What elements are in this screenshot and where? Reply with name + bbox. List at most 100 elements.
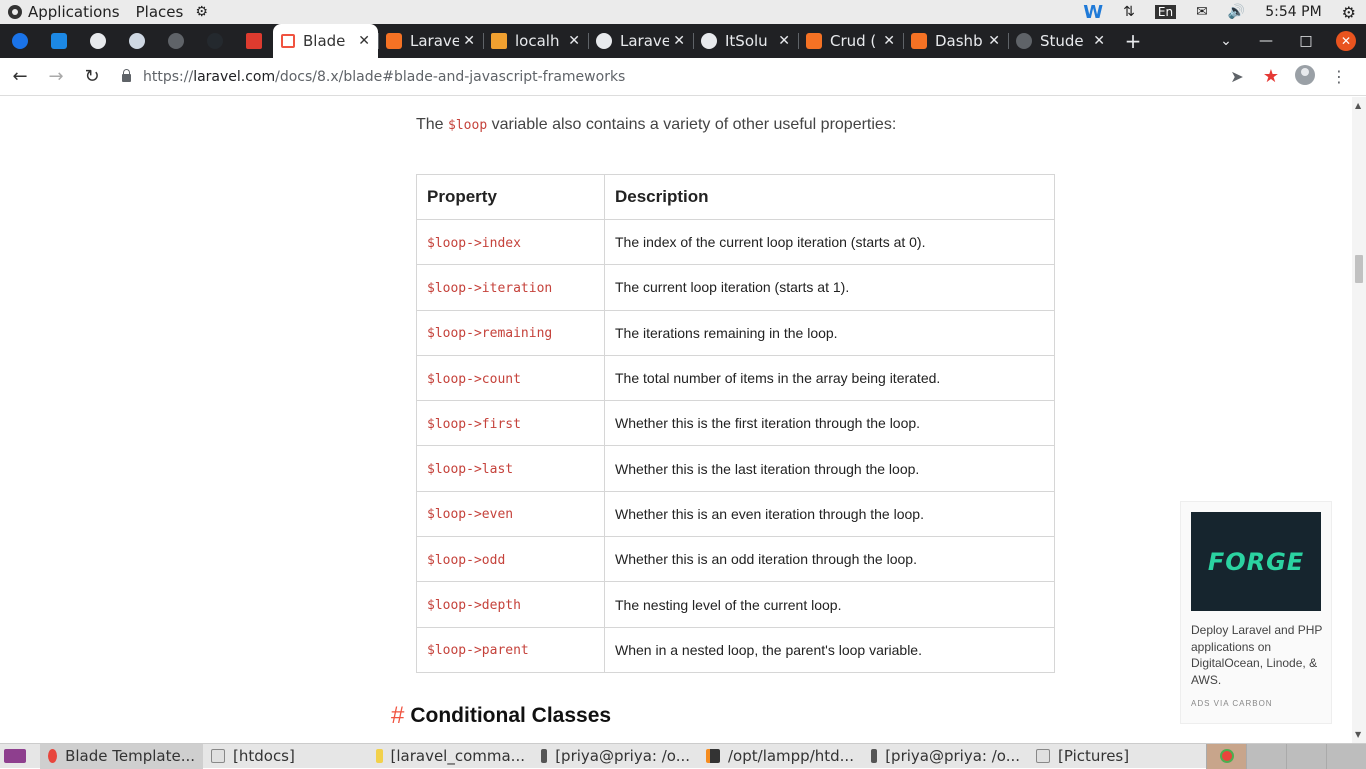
workspace-1[interactable] — [1206, 743, 1246, 769]
workspace-2[interactable] — [1246, 743, 1286, 769]
pinned-tab[interactable] — [234, 24, 273, 58]
show-desktop-button[interactable] — [0, 744, 40, 769]
workspace-4[interactable] — [1326, 743, 1366, 769]
close-tab-icon[interactable]: ✕ — [1093, 33, 1105, 49]
carbon-ad[interactable]: FORGE Deploy Laravel and PHP application… — [1180, 501, 1332, 724]
loop-properties-table: Property Description $loop->index The ind… — [416, 174, 1055, 673]
page-scrollbar[interactable]: ▲ ▼ — [1352, 97, 1366, 743]
property-description: Whether this is the first iteration thro… — [604, 400, 1055, 447]
table-row: $loop->first Whether this is the first it… — [416, 400, 1055, 447]
page-content: The $loop variable also contains a varie… — [0, 97, 1352, 743]
ads-via-carbon-link[interactable]: ADS VIA CARBON — [1191, 699, 1273, 708]
maximize-button[interactable]: □ — [1286, 24, 1326, 58]
xampp-icon — [386, 33, 402, 49]
table-row: $loop->remaining The iterations remaining… — [416, 309, 1055, 356]
applications-icon — [8, 5, 22, 19]
tab-search-icon[interactable]: ⌄ — [1206, 24, 1246, 58]
close-tab-icon[interactable]: ✕ — [988, 33, 1000, 49]
scroll-down-icon[interactable]: ▼ — [1355, 730, 1361, 739]
settings-icon[interactable]: ⚙ — [1342, 3, 1356, 22]
text-editor-icon — [376, 749, 383, 763]
address-bar[interactable]: https://laravel.com/docs/8.x/blade#blade… — [122, 62, 1220, 92]
taskbar-item-chrome[interactable]: Blade Template... — [40, 743, 203, 769]
taskbar-item-sublime[interactable]: /opt/lampp/htd... — [698, 744, 863, 769]
volume-icon[interactable]: 🔊 — [1228, 4, 1245, 20]
intro-paragraph: The $loop variable also contains a varie… — [416, 116, 896, 134]
angular-icon — [245, 33, 262, 49]
property-code: $loop->odd — [427, 552, 506, 568]
back-button[interactable]: ← — [4, 61, 36, 93]
clock[interactable]: 5:54 PM — [1265, 4, 1321, 20]
tab-dashboard[interactable]: Dashb ✕ — [903, 24, 1008, 58]
url-host: laravel.com — [193, 68, 276, 85]
ad-text[interactable]: Deploy Laravel and PHP applications on D… — [1191, 622, 1326, 688]
workspace-3[interactable] — [1286, 743, 1326, 769]
table-row: $loop->last Whether this is the last iter… — [416, 445, 1055, 492]
new-tab-button[interactable]: + — [1113, 24, 1153, 58]
mail-icon[interactable]: ✉ — [1196, 4, 1208, 20]
places-menu[interactable]: Places — [136, 0, 184, 24]
lock-icon[interactable] — [122, 68, 131, 82]
pinned-tab[interactable] — [39, 24, 78, 58]
column-header-description: Description — [604, 174, 1055, 220]
network-icon[interactable]: ⇅ — [1123, 4, 1135, 20]
taskbar-item-htdocs[interactable]: [htdocs] — [203, 744, 368, 769]
tux-icon[interactable]: ⚙ — [195, 0, 208, 24]
pinned-tab[interactable] — [195, 24, 234, 58]
taskbar-item-terminal-2[interactable]: [priya@priya: /o... — [863, 744, 1028, 769]
pinned-tab[interactable] — [156, 24, 195, 58]
close-tab-icon[interactable]: ✕ — [778, 33, 790, 49]
url-scheme: https:// — [143, 68, 194, 85]
property-description: The index of the current loop iteration … — [604, 218, 1055, 266]
url-path: /docs/8.x/blade#blade-and-javascript-fra… — [275, 68, 626, 85]
chrome-icon — [1219, 749, 1234, 763]
tab-crud[interactable]: Crud ( ✕ — [798, 24, 903, 58]
folder-icon — [1036, 749, 1050, 763]
window-close-button[interactable]: ✕ — [1326, 24, 1366, 58]
chrome-icon — [48, 749, 58, 763]
s-favicon-icon — [50, 33, 67, 49]
tab-blade[interactable]: Blade ✕ — [273, 24, 378, 58]
property-code: $loop->depth — [427, 598, 521, 614]
section-anchor-link[interactable]: # — [391, 702, 404, 730]
close-tab-icon[interactable]: ✕ — [673, 33, 685, 49]
menu-icon[interactable]: ⋮ — [1322, 67, 1356, 86]
pinned-tab[interactable] — [0, 24, 39, 58]
close-tab-icon[interactable]: ✕ — [358, 33, 370, 49]
xampp-icon — [806, 33, 822, 49]
forward-button[interactable]: → — [40, 61, 72, 93]
tab-laravel[interactable]: Larave ✕ — [378, 24, 483, 58]
send-to-device-icon[interactable]: ➤ — [1220, 67, 1254, 86]
profile-button[interactable] — [1288, 64, 1322, 89]
close-tab-icon[interactable]: ✕ — [568, 33, 580, 49]
keyboard-layout-indicator[interactable]: En — [1154, 5, 1177, 19]
tab-localhost[interactable]: localh ✕ — [483, 24, 588, 58]
scrollbar-thumb[interactable] — [1355, 255, 1363, 283]
taskbar-item-terminal[interactable]: [priya@priya: /o... — [533, 744, 698, 769]
taskbar-item-pictures[interactable]: [Pictures] — [1028, 744, 1188, 769]
webstorm-icon[interactable]: W — [1083, 2, 1103, 23]
minimize-button[interactable]: — — [1246, 24, 1286, 58]
tab-student[interactable]: Stude ✕ — [1008, 24, 1113, 58]
column-header-property: Property — [416, 174, 605, 220]
tab-itsolu[interactable]: ItSolu ✕ — [693, 24, 798, 58]
applications-menu[interactable]: Applications — [0, 0, 120, 24]
bookmark-star-icon[interactable]: ★ — [1254, 66, 1288, 87]
pinned-tab[interactable] — [78, 24, 117, 58]
avatar-icon — [1295, 64, 1315, 85]
mail-favicon-icon — [128, 33, 145, 49]
taskbar-item-editor[interactable]: [laravel_comma... — [368, 744, 533, 769]
close-tab-icon[interactable]: ✕ — [883, 33, 895, 49]
places-label: Places — [135, 3, 184, 21]
property-code: $loop->index — [427, 235, 521, 251]
forge-ad-image[interactable]: FORGE — [1191, 512, 1321, 611]
scroll-up-icon[interactable]: ▲ — [1355, 101, 1361, 110]
globe-icon — [167, 33, 184, 49]
tab-laravel-2[interactable]: Larave ✕ — [588, 24, 693, 58]
reload-button[interactable]: ↻ — [76, 61, 108, 93]
property-code: $loop->remaining — [427, 326, 553, 342]
close-tab-icon[interactable]: ✕ — [463, 33, 475, 49]
property-code: $loop->count — [427, 371, 521, 387]
pinned-tab[interactable] — [117, 24, 156, 58]
property-description: Whether this is an odd iteration through… — [604, 536, 1055, 583]
